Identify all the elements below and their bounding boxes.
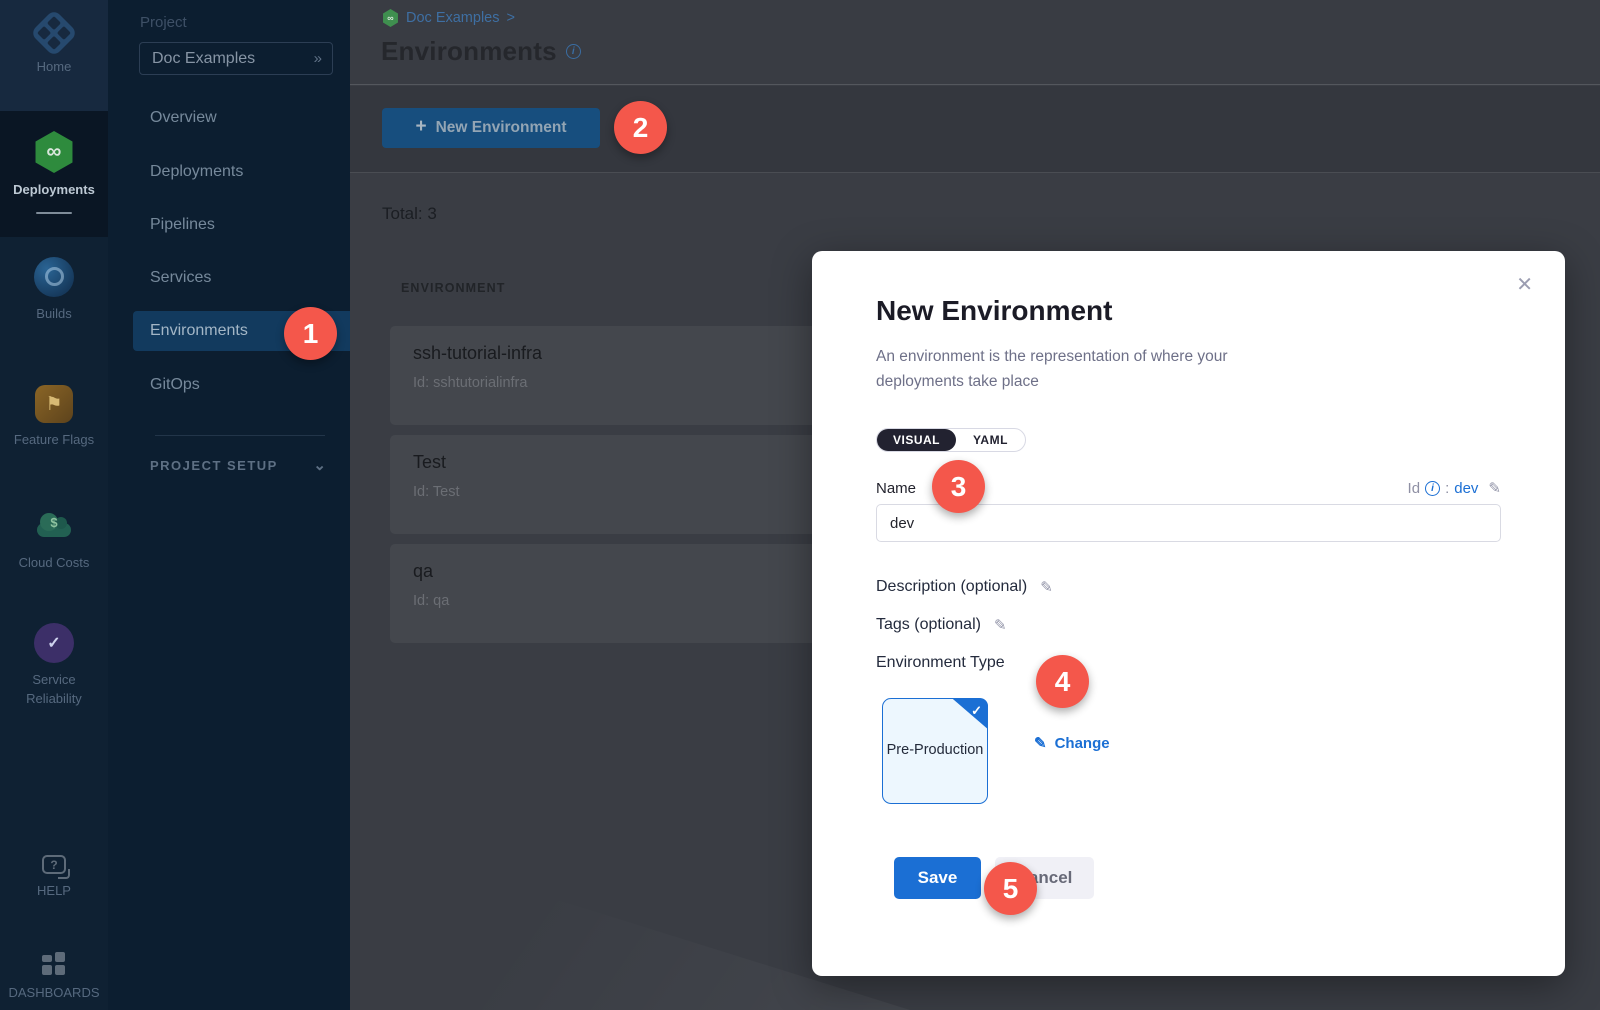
edit-tags-pencil-icon[interactable]: ✎ — [994, 616, 1007, 634]
nav-item-services[interactable]: Services — [108, 258, 350, 298]
check-icon: ✓ — [971, 701, 982, 721]
breadcrumb-link[interactable]: Doc Examples — [406, 10, 499, 26]
sidebar-item-builds[interactable]: Builds — [0, 257, 108, 324]
project-hexagon-icon: ∞ — [382, 9, 399, 27]
id-info-icon[interactable]: i — [1425, 481, 1440, 496]
chevron-down-icon: ⌄ — [313, 456, 326, 474]
sidebar-item-label: Builds — [36, 305, 71, 324]
dashboards-icon — [42, 952, 66, 976]
nav-item-pipelines[interactable]: Pipelines — [108, 205, 350, 245]
annotation-badge-5: 5 — [984, 862, 1037, 915]
total-count: Total: 3 — [382, 204, 437, 224]
modal-subtitle: An environment is the representation of … — [876, 344, 1316, 394]
help-icon: ? — [42, 855, 66, 874]
chevron-right-icon: > — [506, 10, 514, 26]
id-separator: : — [1445, 480, 1449, 497]
plus-icon: + — [415, 116, 426, 138]
sidebar-item-deployments[interactable]: ∞ Deployments — [0, 131, 108, 214]
change-environment-type-link[interactable]: ✎ Change — [1034, 734, 1110, 752]
service-reliability-icon: ✓ — [34, 623, 74, 663]
project-setup-toggle[interactable]: PROJECT SETUP ⌄ — [150, 456, 326, 474]
breadcrumb[interactable]: ∞ Doc Examples > — [382, 9, 515, 27]
project-setup-label: PROJECT SETUP — [150, 458, 278, 473]
project-name: Doc Examples — [152, 50, 314, 68]
environment-type-label: Environment Type — [876, 654, 1005, 672]
nav-item-gitops[interactable]: GitOps — [108, 365, 350, 405]
home-icon — [30, 9, 78, 57]
sidebar-item-label: Deployments — [13, 181, 95, 200]
save-button[interactable]: Save — [894, 857, 981, 899]
sidebar-item-help[interactable]: ? HELP — [0, 855, 108, 901]
modal-title: New Environment — [876, 295, 1501, 327]
deployments-icon: ∞ — [33, 131, 75, 173]
change-pencil-icon: ✎ — [1034, 734, 1047, 752]
feature-flags-icon: ⚑ — [35, 385, 73, 423]
sidebar-item-label: Feature Flags — [14, 431, 94, 450]
name-label: Name — [876, 480, 916, 497]
sidebar-item-service-reliability[interactable]: ✓ Service Reliability — [0, 623, 108, 709]
project-sidebar: Project Doc Examples » Overview Deployme… — [108, 0, 350, 1010]
sidebar-divider — [155, 435, 325, 436]
new-environment-button[interactable]: + New Environment — [382, 108, 600, 148]
sidebar-item-dashboards[interactable]: DASHBOARDS — [0, 952, 108, 1003]
environment-type-card-preproduction[interactable]: Pre-Production ✓ — [882, 698, 988, 804]
new-environment-modal: ✕ New Environment An environment is the … — [812, 251, 1565, 976]
sidebar-item-label: DASHBOARDS — [8, 984, 99, 1003]
annotation-badge-4: 4 — [1036, 655, 1089, 708]
sidebar-item-cloud-costs[interactable]: $ Cloud Costs — [0, 506, 108, 573]
page-title: Environments — [381, 36, 557, 67]
project-label: Project — [140, 14, 187, 31]
annotation-badge-1: 1 — [284, 307, 337, 360]
selected-corner — [952, 698, 988, 729]
info-icon[interactable]: i — [566, 44, 581, 59]
id-display: Id i : dev ✎ — [1408, 479, 1501, 497]
environment-type-value: Pre-Production — [887, 740, 984, 762]
sidebar-item-label: Service Reliability — [14, 671, 94, 709]
project-selector[interactable]: Doc Examples » — [139, 42, 333, 75]
sidebar-item-label: Cloud Costs — [19, 554, 90, 573]
id-value: dev — [1454, 480, 1478, 497]
column-header-environment: ENVIRONMENT — [401, 281, 505, 295]
id-label: Id — [1408, 480, 1421, 497]
double-chevron-icon: » — [314, 50, 320, 67]
cloud-costs-icon: $ — [34, 506, 74, 546]
edit-description-pencil-icon[interactable]: ✎ — [1040, 578, 1053, 596]
toolbar: + New Environment — [350, 86, 1600, 173]
builds-icon — [34, 257, 74, 297]
sidebar-item-label: Home — [37, 58, 72, 77]
annotation-badge-2: 2 — [614, 101, 667, 154]
close-icon[interactable]: ✕ — [1516, 275, 1533, 295]
annotation-badge-3: 3 — [932, 460, 985, 513]
tab-visual[interactable]: VISUAL — [877, 429, 956, 451]
sidebar-item-label: HELP — [37, 882, 71, 901]
module-sidebar: Home ∞ Deployments Builds ⚑ Feature Flag… — [0, 0, 108, 1010]
tab-yaml[interactable]: YAML — [956, 429, 1025, 451]
edit-id-pencil-icon[interactable]: ✎ — [1488, 479, 1501, 497]
tags-label: Tags (optional) — [876, 616, 981, 634]
app-root: Home ∞ Deployments Builds ⚑ Feature Flag… — [0, 0, 1600, 1010]
nav-item-deployments[interactable]: Deployments — [108, 152, 350, 192]
page-header: ∞ Doc Examples > Environments i — [350, 0, 1600, 85]
description-label: Description (optional) — [876, 578, 1027, 596]
sidebar-item-feature-flags[interactable]: ⚑ Feature Flags — [0, 385, 108, 450]
sidebar-item-home[interactable]: Home — [0, 16, 108, 77]
nav-item-overview[interactable]: Overview — [108, 98, 350, 138]
editor-mode-toggle: VISUAL YAML — [876, 428, 1026, 452]
active-module-underline — [36, 212, 72, 214]
